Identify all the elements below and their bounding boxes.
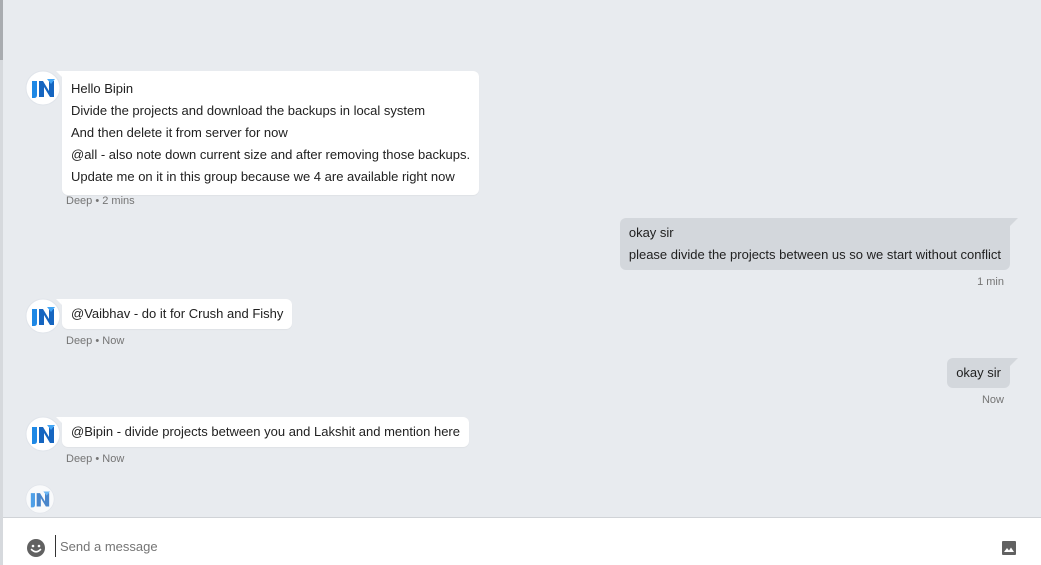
message-meta: Deep • Now xyxy=(66,453,125,465)
message-text-line: And then delete it from server for now xyxy=(71,125,288,140)
message-text-line: @all - also note down current size and a… xyxy=(71,147,471,162)
message-text-line: Divide the projects and download the bac… xyxy=(71,103,426,118)
message-text-line: please divide the projects between us so… xyxy=(628,247,1001,262)
read-receipt-avatar xyxy=(25,484,55,514)
insert-image-icon xyxy=(1002,541,1016,555)
message-composer xyxy=(3,517,1041,565)
outgoing-message-bubble[interactable]: okay sir xyxy=(947,358,1010,388)
bubble-tail xyxy=(1010,358,1018,366)
message-text-line: Hello Bipin xyxy=(71,81,134,96)
message-text-line: okay sir xyxy=(956,365,1001,380)
incoming-message-bubble[interactable]: Hello Bipin Divide the projects and down… xyxy=(62,71,480,195)
emoji-button[interactable] xyxy=(26,538,46,558)
message-input[interactable] xyxy=(55,535,955,557)
message-text-line: @Bipin - divide projects between you and… xyxy=(71,424,460,439)
message-text-line: @Vaibhav - do it for Crush and Fishy xyxy=(71,306,284,321)
message-list: Hello Bipin Divide the projects and down… xyxy=(3,0,1041,517)
emoji-smile-icon xyxy=(27,539,45,557)
message-meta: 1 min xyxy=(977,276,1004,288)
bubble-tail xyxy=(1010,218,1018,226)
message-meta: Deep • Now xyxy=(66,335,125,347)
deep-avatar-icon xyxy=(25,484,55,514)
outgoing-message-bubble[interactable]: okay sir please divide the projects betw… xyxy=(619,218,1010,270)
incoming-message-bubble[interactable]: @Bipin - divide projects between you and… xyxy=(62,417,469,447)
incoming-message-bubble[interactable]: @Vaibhav - do it for Crush and Fishy xyxy=(62,299,293,329)
message-text-line: okay sir xyxy=(628,225,674,240)
message-meta: Deep • 2 mins xyxy=(66,195,135,207)
message-meta: Now xyxy=(981,394,1004,406)
attach-image-button[interactable] xyxy=(1001,540,1017,556)
message-text-line: Update me on it in this group because we… xyxy=(71,169,455,184)
